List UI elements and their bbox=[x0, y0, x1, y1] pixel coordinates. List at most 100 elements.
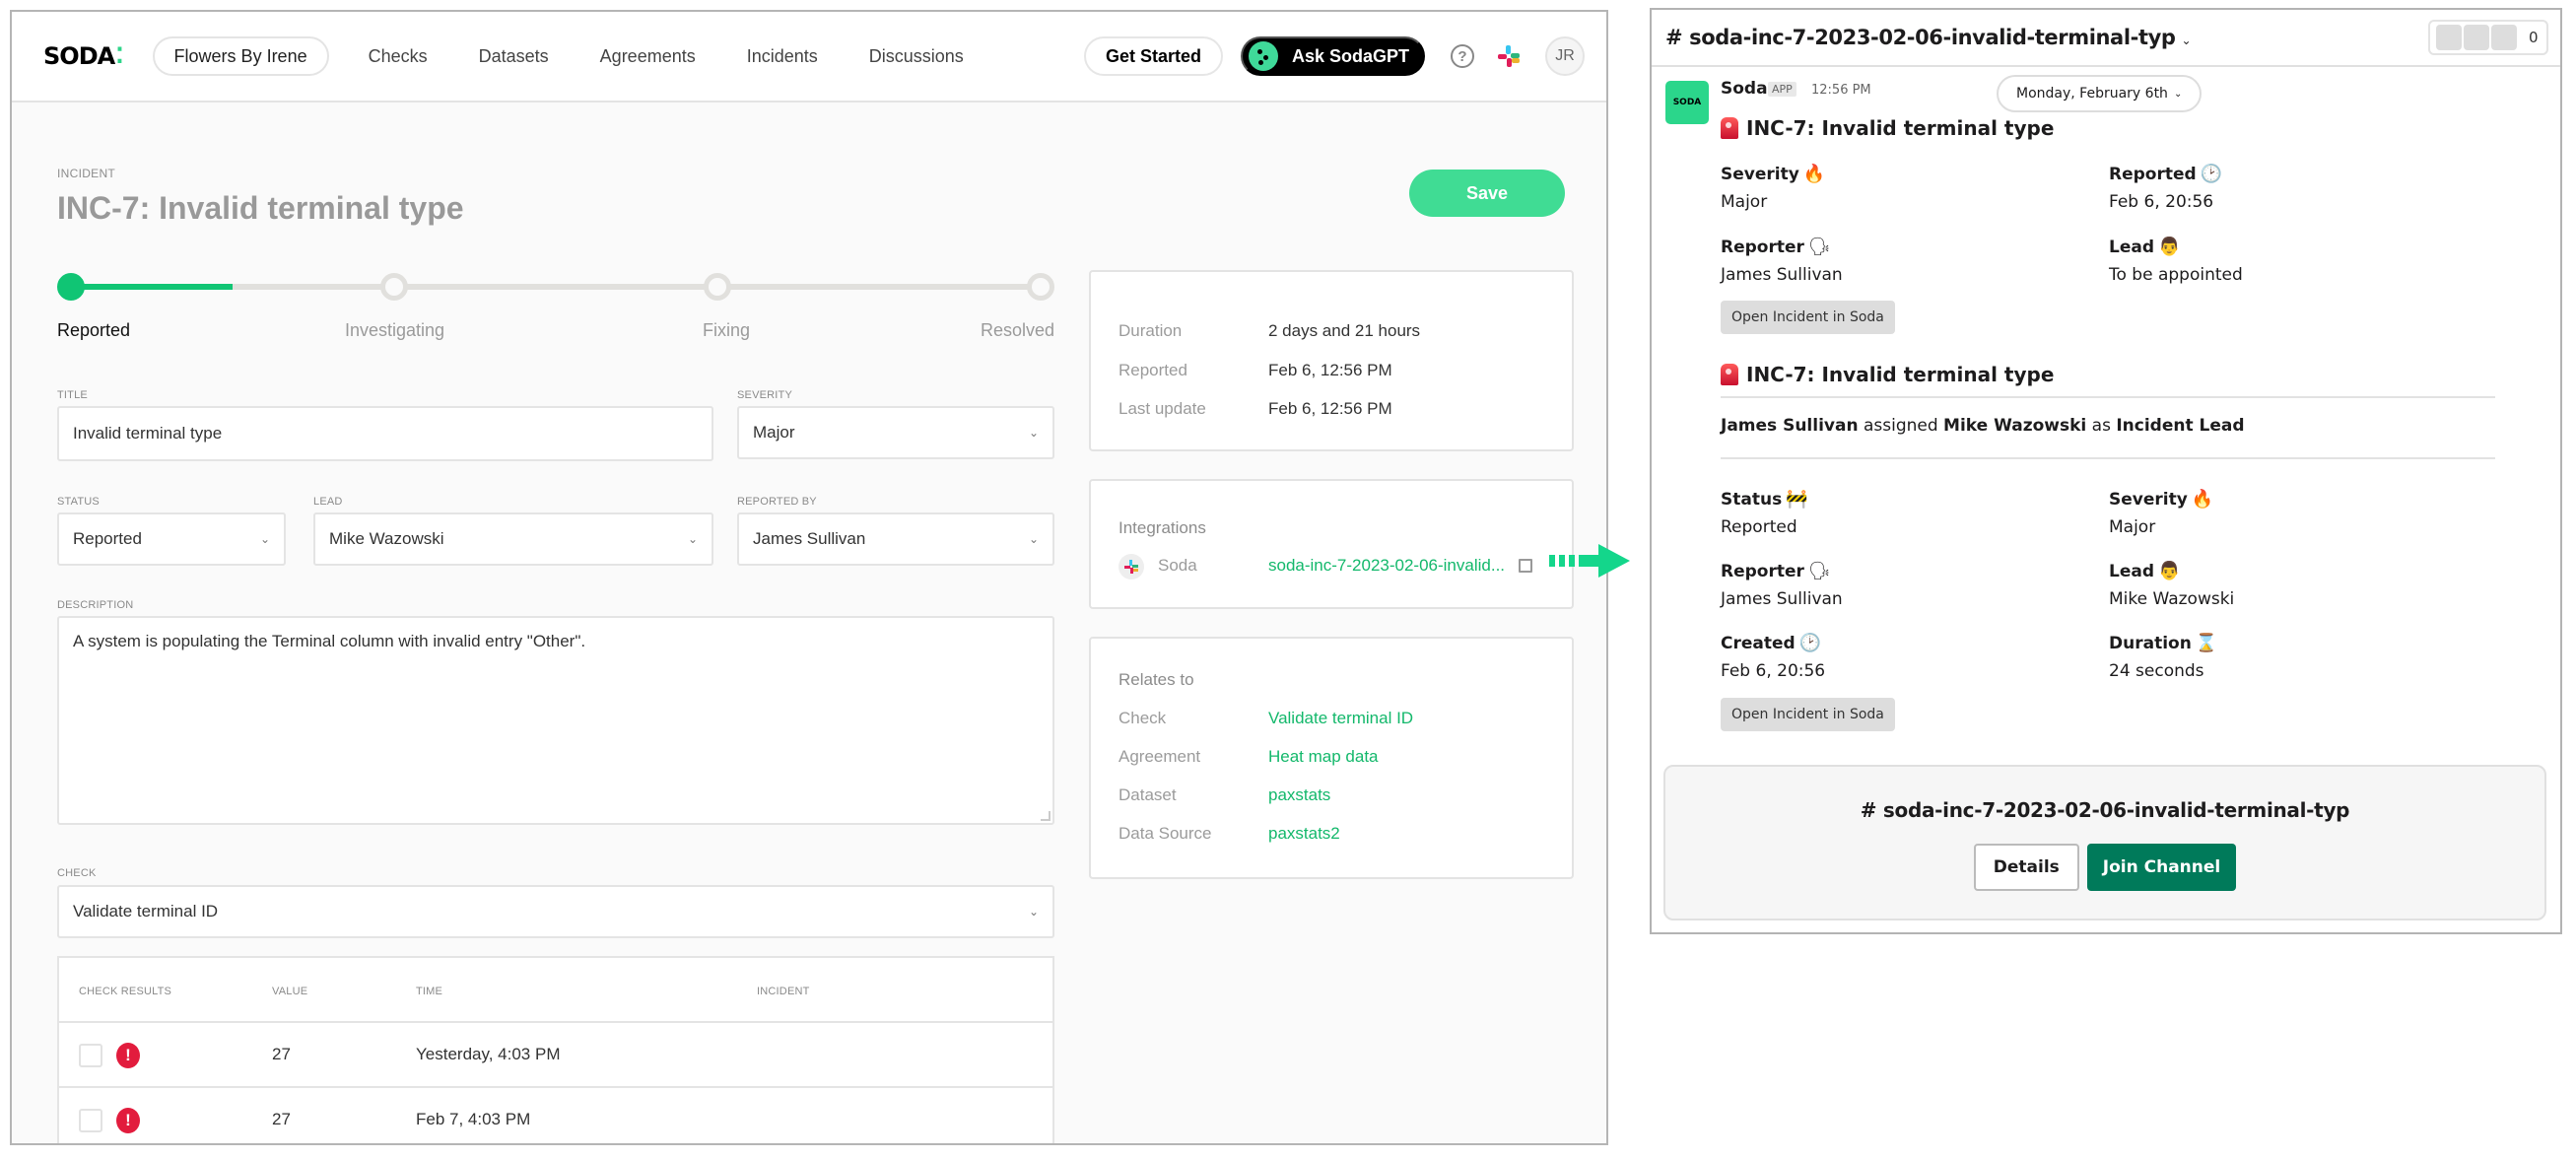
severity-label: SEVERITY bbox=[737, 389, 793, 401]
nav-datasets[interactable]: Datasets bbox=[479, 46, 549, 67]
message-time[interactable]: 12:56 PM bbox=[1811, 83, 1871, 98]
msg2-severity-label: Severity 🔥 bbox=[2109, 489, 2213, 510]
soda-incident-page: SODA ⁚ Flowers By Irene Checks Datasets A… bbox=[10, 10, 1608, 1145]
nav-incidents[interactable]: Incidents bbox=[747, 46, 818, 67]
integration-channel-link[interactable]: soda-inc-7-2023-02-06-invalid... bbox=[1268, 556, 1533, 576]
speaking-head-icon: 🗣 bbox=[1807, 237, 1831, 257]
open-incident-in-soda-button[interactable]: Open Incident in Soda bbox=[1721, 301, 1895, 334]
relates-check-link[interactable]: Validate terminal ID bbox=[1268, 709, 1413, 728]
description-label: DESCRIPTION bbox=[57, 599, 134, 611]
msg2-status-label: Status 🚧 bbox=[1721, 489, 1808, 510]
severity-select[interactable]: Major ⌄ bbox=[737, 406, 1054, 459]
assign-as: as bbox=[2086, 416, 2117, 436]
message2-title-text: INC-7: Invalid terminal type bbox=[1746, 363, 2055, 386]
step-node-resolved[interactable] bbox=[1027, 273, 1054, 301]
step-label-investigating: Investigating bbox=[345, 320, 445, 340]
join-actions: Details Join Channel bbox=[1665, 844, 2544, 891]
chevron-down-icon: ⌄ bbox=[259, 532, 270, 546]
external-link-icon[interactable] bbox=[1519, 559, 1533, 573]
nav-discussions[interactable]: Discussions bbox=[869, 46, 964, 67]
slack-channel-header: # soda-inc-7-2023-02-06-invalid-terminal… bbox=[1652, 10, 2560, 67]
divider bbox=[1721, 457, 2495, 459]
msg1-severity-value: Major bbox=[1721, 192, 1768, 212]
table-row[interactable]: ! 27 Feb 7, 4:03 PM bbox=[59, 1088, 1052, 1143]
integration-link-text: soda-inc-7-2023-02-06-invalid... bbox=[1268, 556, 1506, 575]
table-header: CHECK RESULTS VALUE TIME INCIDENT bbox=[59, 958, 1052, 1023]
nav-checks[interactable]: Checks bbox=[369, 46, 428, 67]
channel-name-button[interactable]: # soda-inc-7-2023-02-06-invalid-terminal… bbox=[1665, 26, 2192, 49]
row-checkbox[interactable] bbox=[79, 1109, 102, 1132]
user-avatar[interactable]: JR bbox=[1545, 36, 1585, 76]
status-select[interactable]: Reported ⌄ bbox=[57, 512, 286, 566]
resize-handle-icon[interactable] bbox=[1041, 811, 1051, 821]
fire-icon: 🔥 bbox=[1802, 164, 1826, 184]
channel-members-button[interactable]: 0 bbox=[2428, 20, 2548, 55]
soda-app-avatar[interactable]: SODA bbox=[1665, 81, 1709, 124]
label-text: Reporter bbox=[1721, 238, 1804, 257]
msg2-lead-value: Mike Wazowski bbox=[2109, 589, 2235, 609]
label-text: Severity bbox=[2109, 490, 2188, 510]
person-icon: 👨 bbox=[2158, 237, 2181, 257]
ask-sodagpt-button[interactable]: Ask SodaGPT bbox=[1240, 36, 1425, 76]
row-checkbox[interactable] bbox=[79, 1044, 102, 1067]
row-time: Feb 7, 4:03 PM bbox=[416, 1110, 531, 1128]
soda-logo[interactable]: SODA ⁚ bbox=[43, 42, 124, 70]
msg2-severity-value: Major bbox=[2109, 517, 2156, 537]
help-icon[interactable]: ? bbox=[1451, 44, 1474, 68]
step-node-fixing[interactable] bbox=[704, 273, 731, 301]
check-select[interactable]: Validate terminal ID ⌄ bbox=[57, 885, 1054, 938]
row-value: 27 bbox=[272, 1110, 291, 1128]
fail-status-icon: ! bbox=[116, 1043, 140, 1068]
member-count: 0 bbox=[2529, 29, 2539, 46]
description-textarea[interactable]: A system is populating the Terminal colu… bbox=[57, 616, 1054, 825]
check-label: CHECK bbox=[57, 867, 97, 879]
assign-actor[interactable]: James Sullivan bbox=[1721, 416, 1859, 436]
main-nav: Checks Datasets Agreements Incidents Dis… bbox=[369, 46, 1015, 67]
msg2-reporter-label: Reporter 🗣 bbox=[1721, 561, 1831, 581]
topbar-actions: Get Started Ask SodaGPT ? JR bbox=[1083, 12, 1585, 101]
date-divider-pill[interactable]: Monday, February 6th ⌄ bbox=[1997, 75, 2203, 112]
sender-name[interactable]: Soda bbox=[1721, 79, 1768, 99]
step-node-reported[interactable] bbox=[57, 273, 85, 301]
integration-name: Soda bbox=[1158, 556, 1197, 575]
relates-dataset-link[interactable]: paxstats bbox=[1268, 785, 1330, 805]
msg1-reported-value: Feb 6, 20:56 bbox=[2109, 192, 2214, 212]
chevron-down-icon: ⌄ bbox=[1028, 905, 1039, 919]
relates-datasource-link[interactable]: paxstats2 bbox=[1268, 824, 1340, 844]
msg2-status-value: Reported bbox=[1721, 517, 1797, 537]
get-started-button[interactable]: Get Started bbox=[1083, 36, 1223, 76]
details-button[interactable]: Details bbox=[1973, 844, 2079, 891]
msg2-lead-label: Lead 👨 bbox=[2109, 561, 2180, 581]
step-label-resolved: Resolved bbox=[980, 320, 1054, 340]
msg1-lead-label: Lead 👨 bbox=[2109, 237, 2180, 257]
join-channel-box: # soda-inc-7-2023-02-06-invalid-terminal… bbox=[1663, 765, 2546, 920]
title-input[interactable]: Invalid terminal type bbox=[57, 406, 713, 461]
slack-icon[interactable] bbox=[1498, 45, 1520, 67]
msg2-reporter-value: James Sullivan bbox=[1721, 589, 1843, 609]
integrations-card: Integrations Soda soda-inc-7-2023-02-06-… bbox=[1089, 479, 1574, 609]
sodagpt-icon bbox=[1248, 41, 1278, 71]
assign-target[interactable]: Mike Wazowski bbox=[1943, 416, 2086, 436]
column-time: TIME bbox=[416, 986, 443, 997]
nav-agreements[interactable]: Agreements bbox=[600, 46, 696, 67]
label-text: Reported bbox=[2109, 165, 2197, 184]
step-label-fixing: Fixing bbox=[703, 320, 751, 340]
step-node-investigating[interactable] bbox=[380, 273, 408, 301]
title-label: TITLE bbox=[57, 389, 88, 401]
slack-logo-icon bbox=[1119, 554, 1144, 580]
relates-to-card: Relates to Check Validate terminal ID Ag… bbox=[1089, 637, 1574, 879]
relates-agreement-link[interactable]: Heat map data bbox=[1268, 747, 1379, 767]
join-channel-button[interactable]: Join Channel bbox=[2086, 844, 2237, 891]
fail-status-icon: ! bbox=[116, 1108, 140, 1133]
column-value: VALUE bbox=[272, 986, 308, 997]
open-incident-in-soda-button[interactable]: Open Incident in Soda bbox=[1721, 698, 1895, 731]
reported-by-select[interactable]: James Sullivan ⌄ bbox=[737, 512, 1054, 566]
save-button[interactable]: Save bbox=[1409, 170, 1565, 217]
rotating-light-icon bbox=[1721, 117, 1738, 139]
table-row[interactable]: ! 27 Yesterday, 4:03 PM bbox=[59, 1023, 1052, 1088]
organization-switcher[interactable]: Flowers By Irene bbox=[152, 36, 329, 76]
lead-select[interactable]: Mike Wazowski ⌄ bbox=[313, 512, 713, 566]
status-value: Reported bbox=[73, 529, 142, 548]
last-update-label: Last update bbox=[1119, 399, 1206, 418]
relates-agreement-label: Agreement bbox=[1119, 747, 1201, 766]
